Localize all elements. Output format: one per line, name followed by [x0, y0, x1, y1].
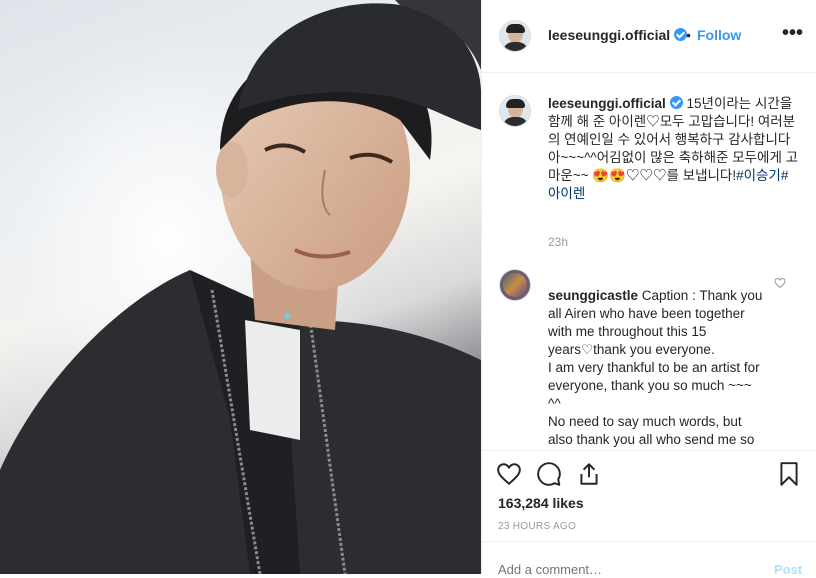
- comment-icon[interactable]: [536, 461, 562, 487]
- comment-text: Caption : Thank you all Airen who have b…: [548, 288, 763, 447]
- like-count[interactable]: 163,284 likes: [498, 495, 584, 511]
- post-photo[interactable]: [0, 0, 481, 574]
- comment: seunggicastle Caption : Thank you all Ai…: [548, 269, 768, 449]
- caption-author-avatar[interactable]: [499, 95, 531, 127]
- add-comment-bar: Post: [482, 541, 816, 578]
- separator-dot: •: [686, 27, 691, 43]
- follow-button[interactable]: Follow: [697, 27, 741, 43]
- bookmark-icon[interactable]: [776, 461, 802, 487]
- heart-icon[interactable]: [496, 461, 522, 487]
- author-avatar[interactable]: [499, 20, 531, 52]
- comment-like-icon[interactable]: [774, 276, 786, 294]
- post-caption: leeseunggi.official 15년이라는 시간을 함께 해 준 아이…: [548, 95, 800, 203]
- verified-badge-icon: [669, 96, 683, 109]
- caption-timestamp[interactable]: 23h: [548, 235, 568, 249]
- caption-username[interactable]: leeseunggi.official: [548, 96, 666, 111]
- commenter-avatar[interactable]: [499, 269, 531, 301]
- post-time-ago[interactable]: 23 HOURS AGO: [498, 521, 576, 532]
- add-comment-input[interactable]: [498, 562, 738, 577]
- post-side-panel: leeseunggi.official • Follow ••• leeseun…: [481, 0, 816, 578]
- post-header: leeseunggi.official • Follow •••: [482, 0, 816, 73]
- author-username[interactable]: leeseunggi.official: [548, 27, 688, 43]
- instagram-post: leeseunggi.official • Follow ••• leeseun…: [0, 0, 816, 578]
- post-comment-button[interactable]: Post: [774, 562, 802, 577]
- share-icon[interactable]: [576, 461, 602, 487]
- comments-section[interactable]: leeseunggi.official 15년이라는 시간을 함께 해 준 아이…: [482, 73, 816, 449]
- post-actions: 163,284 likes 23 HOURS AGO Post: [482, 450, 816, 578]
- photo-illustration: [0, 0, 481, 574]
- comment-username[interactable]: seunggicastle: [548, 288, 638, 303]
- more-options-button[interactable]: •••: [782, 22, 803, 45]
